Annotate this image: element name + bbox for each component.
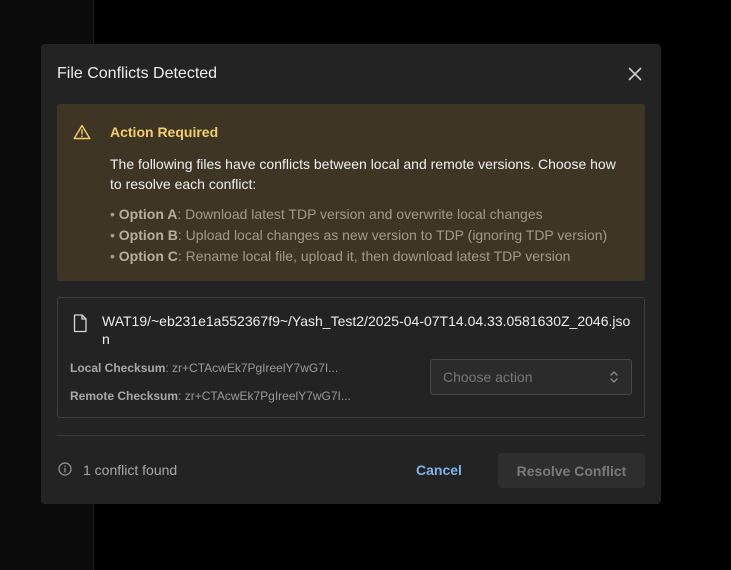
file-icon <box>73 314 87 333</box>
option-c-label: Option C <box>118 248 178 264</box>
close-button[interactable] <box>625 64 645 84</box>
remote-checksum: Remote Checksum: zr+CTAcwEk7PgIreelY7wG7… <box>70 389 351 403</box>
choose-action-placeholder: Choose action <box>443 369 533 385</box>
local-checksum-label: Local Checksum <box>70 361 166 375</box>
choose-action-select[interactable]: Choose action <box>430 359 632 395</box>
option-a-label: Option A <box>118 206 178 222</box>
file-path: WAT19/~eb231e1a552367f9~/Yash_Test2/2025… <box>102 313 631 347</box>
chevron-up-down-icon <box>610 371 618 383</box>
resolve-conflict-button[interactable]: Resolve Conflict <box>498 453 645 488</box>
option-a-item: • Option A: Download latest TDP version … <box>110 206 543 222</box>
option-c-text: : Rename local file, upload it, then dow… <box>177 248 571 264</box>
action-required-alert: Action Required The following files have… <box>57 104 645 281</box>
option-b-label: Option B <box>118 227 178 243</box>
file-conflicts-dialog: File Conflicts Detected Action Required … <box>41 44 661 504</box>
local-checksum-value: : zr+CTAcwEk7PgIreelY7wG7I... <box>165 361 339 375</box>
conflict-item: WAT19/~eb231e1a552367f9~/Yash_Test2/2025… <box>57 297 645 418</box>
conflict-count: 1 conflict found <box>83 462 178 478</box>
close-icon <box>628 67 642 81</box>
dialog-title: File Conflicts Detected <box>57 65 218 82</box>
resolution-options-list: • Option A: Download latest TDP version … <box>110 204 607 267</box>
warning-triangle-icon <box>73 124 91 140</box>
local-checksum: Local Checksum: zr+CTAcwEk7PgIreelY7wG7I… <box>70 361 338 375</box>
option-b-item: • Option B: Upload local changes as new … <box>110 227 608 243</box>
remote-checksum-value: : zr+CTAcwEk7PgIreelY7wG7I... <box>178 389 351 403</box>
option-c-item: • Option C: Rename local file, upload it… <box>110 248 571 264</box>
cancel-button[interactable]: Cancel <box>399 452 479 488</box>
info-icon <box>58 462 72 476</box>
option-a-text: : Download latest TDP version and overwr… <box>177 206 543 222</box>
footer-divider <box>57 435 645 436</box>
option-b-text: : Upload local changes as new version to… <box>177 227 608 243</box>
remote-checksum-label: Remote Checksum <box>70 389 179 403</box>
alert-title: Action Required <box>110 124 219 140</box>
alert-description: The following files have conflicts betwe… <box>110 156 616 192</box>
